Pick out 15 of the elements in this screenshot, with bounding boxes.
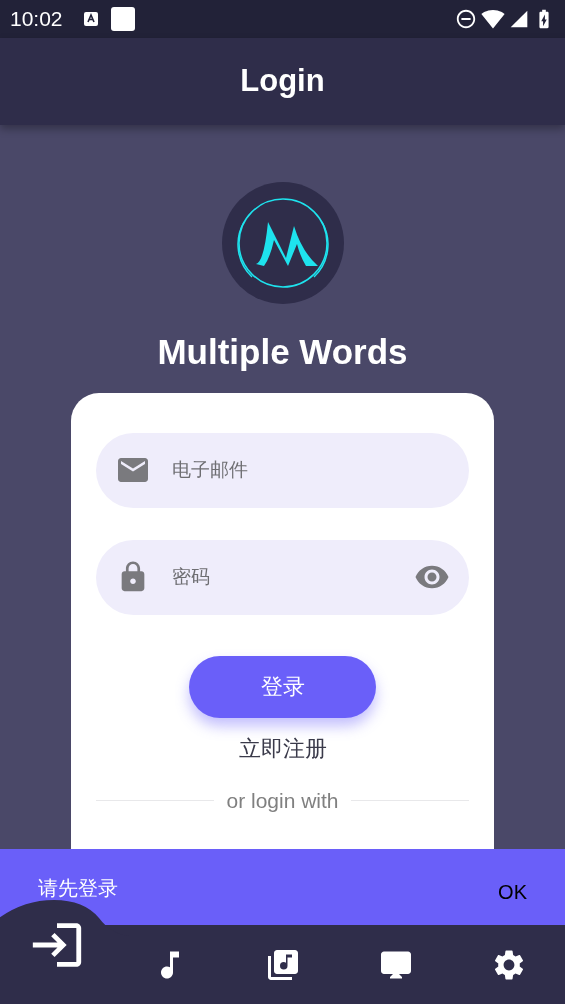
- notification-icon: [110, 7, 135, 31]
- signal-icon: [509, 9, 529, 29]
- snackbar-message: 请先登录: [38, 876, 118, 901]
- notification-icon: [82, 11, 99, 27]
- status-time: 10:02: [10, 6, 63, 33]
- register-link[interactable]: 立即注册: [238, 731, 327, 765]
- app-bar-title: Login: [240, 62, 325, 101]
- snackbar-ok-button[interactable]: OK: [498, 877, 527, 907]
- do-not-disturb-icon: [455, 8, 477, 30]
- wifi-icon: [481, 7, 505, 31]
- app-name: Multiple Words: [157, 331, 408, 373]
- password-field[interactable]: 密码: [96, 539, 469, 615]
- login-button[interactable]: 登录: [189, 655, 376, 718]
- email-field[interactable]: 电子邮件: [96, 432, 469, 508]
- divider-label: or login with: [226, 787, 339, 814]
